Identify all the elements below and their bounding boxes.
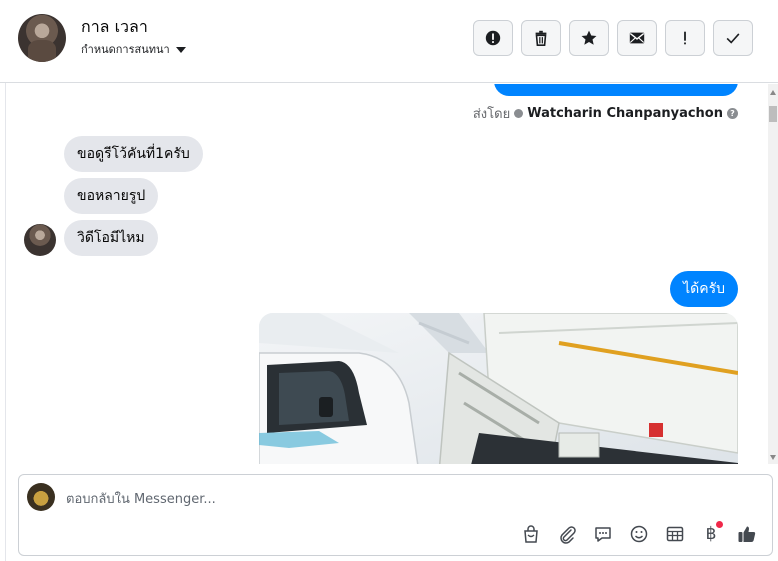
truck-photo-image (259, 313, 738, 464)
star-button[interactable] (569, 20, 609, 56)
scroll-thumb[interactable] (769, 106, 777, 122)
sender-name: Watcharin Chanpanyachon (527, 106, 723, 121)
message-thread: ส่งโดย Watcharin Chanpanyachon ? ขอดูรีโ… (7, 84, 778, 464)
incoming-message-bubble[interactable]: ขอดูรีโว้คันที่1ครับ (64, 136, 203, 172)
attach-button[interactable] (554, 521, 580, 547)
sent-by-prefix: ส่งโดย (472, 107, 511, 122)
emoji-icon (630, 525, 648, 543)
table-icon (666, 526, 684, 542)
verified-icon (514, 109, 524, 118)
message-composer: ฿ (18, 474, 773, 556)
saved-reply-icon (595, 527, 611, 542)
assign-conversation-label: กำหนดการสนทนา (81, 43, 170, 56)
chat-scrollbar[interactable] (768, 84, 778, 464)
shopping-bag-button[interactable] (518, 521, 544, 547)
composer-toolbar: ฿ (518, 521, 760, 547)
emoji-button[interactable] (626, 521, 652, 547)
star-icon (581, 30, 597, 45)
chevron-down-icon (175, 46, 186, 53)
baht-icon: ฿ (705, 524, 717, 544)
exclamation-icon (684, 31, 686, 45)
reply-input[interactable] (66, 489, 666, 509)
contact-avatar-small (24, 224, 56, 256)
shopping-bag-icon (524, 525, 538, 543)
like-button[interactable] (734, 521, 760, 547)
saved-reply-button[interactable] (590, 521, 616, 547)
trash-icon (535, 30, 547, 47)
mark-done-button[interactable] (713, 20, 753, 56)
scroll-up-arrow-icon[interactable] (770, 90, 776, 95)
left-panel-edge (0, 0, 6, 561)
outgoing-message-bubble[interactable]: ได้ครับ (670, 271, 738, 307)
attachment-icon (560, 526, 576, 544)
check-icon (726, 33, 740, 44)
outgoing-message-bubble[interactable] (494, 84, 738, 96)
mark-unread-button[interactable] (617, 20, 657, 56)
spam-icon (485, 30, 501, 46)
truck-photo-attachment[interactable] (259, 313, 738, 464)
conversation-header: กาล เวลา กำหนดการสนทนา (0, 0, 778, 83)
page-avatar (27, 483, 55, 511)
table-button[interactable] (662, 521, 688, 547)
contact-name[interactable]: กาล เวลา (81, 15, 148, 40)
mail-icon (629, 32, 645, 44)
like-icon (738, 526, 756, 542)
sent-by-info: ส่งโดย Watcharin Chanpanyachon ? (473, 103, 738, 124)
conversation-toolbar (473, 20, 753, 56)
follow-up-button[interactable] (665, 20, 705, 56)
notification-dot (716, 521, 723, 528)
delete-button[interactable] (521, 20, 561, 56)
contact-avatar[interactable] (18, 14, 66, 62)
payment-button[interactable]: ฿ (698, 521, 724, 547)
scroll-down-arrow-icon[interactable] (770, 455, 776, 460)
mark-spam-button[interactable] (473, 20, 513, 56)
incoming-message-bubble[interactable]: ขอหลายรูป (64, 178, 159, 214)
help-icon[interactable]: ? (727, 108, 738, 119)
assign-conversation-dropdown[interactable]: กำหนดการสนทนา (81, 40, 186, 58)
incoming-message-bubble[interactable]: วิดีโอมีไหม (64, 220, 158, 256)
